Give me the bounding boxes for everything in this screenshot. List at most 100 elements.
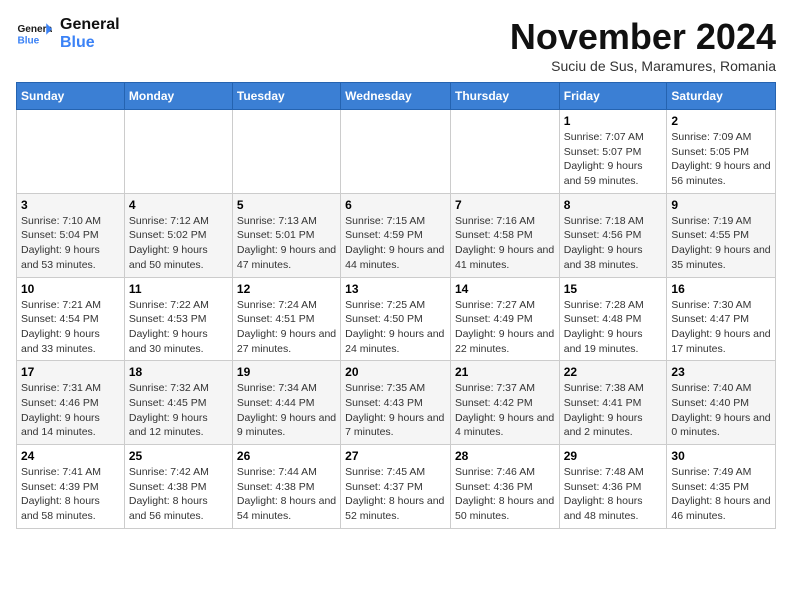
day-info: Sunrise: 7:30 AM Sunset: 4:47 PM Dayligh…	[671, 298, 771, 357]
day-number: 12	[237, 282, 336, 296]
weekday-header-thursday: Thursday	[450, 83, 559, 110]
day-number: 21	[455, 365, 555, 379]
month-title: November 2024	[510, 16, 776, 58]
day-info: Sunrise: 7:40 AM Sunset: 4:40 PM Dayligh…	[671, 381, 771, 440]
day-number: 22	[564, 365, 663, 379]
calendar-cell: 7 Sunrise: 7:16 AM Sunset: 4:58 PM Daylig…	[450, 193, 559, 277]
calendar-cell: 13 Sunrise: 7:25 AM Sunset: 4:50 PM Dayli…	[341, 277, 451, 361]
calendar-cell: 20 Sunrise: 7:35 AM Sunset: 4:43 PM Dayli…	[341, 361, 451, 445]
day-number: 9	[671, 198, 771, 212]
calendar-cell: 28 Sunrise: 7:46 AM Sunset: 4:36 PM Dayli…	[450, 445, 559, 529]
day-info: Sunrise: 7:48 AM Sunset: 4:36 PM Dayligh…	[564, 465, 663, 524]
weekday-header-sunday: Sunday	[17, 83, 125, 110]
day-number: 27	[345, 449, 446, 463]
day-number: 24	[21, 449, 120, 463]
location-subtitle: Suciu de Sus, Maramures, Romania	[510, 58, 776, 74]
day-info: Sunrise: 7:16 AM Sunset: 4:58 PM Dayligh…	[455, 214, 555, 273]
calendar-table: SundayMondayTuesdayWednesdayThursdayFrid…	[16, 82, 776, 529]
day-info: Sunrise: 7:15 AM Sunset: 4:59 PM Dayligh…	[345, 214, 446, 273]
day-number: 1	[564, 114, 663, 128]
calendar-cell: 19 Sunrise: 7:34 AM Sunset: 4:44 PM Dayli…	[232, 361, 340, 445]
day-number: 10	[21, 282, 120, 296]
day-number: 20	[345, 365, 446, 379]
day-info: Sunrise: 7:44 AM Sunset: 4:38 PM Dayligh…	[237, 465, 336, 524]
day-number: 23	[671, 365, 771, 379]
day-number: 30	[671, 449, 771, 463]
day-info: Sunrise: 7:31 AM Sunset: 4:46 PM Dayligh…	[21, 381, 120, 440]
logo-general: General	[60, 16, 120, 34]
calendar-cell: 27 Sunrise: 7:45 AM Sunset: 4:37 PM Dayli…	[341, 445, 451, 529]
day-info: Sunrise: 7:46 AM Sunset: 4:36 PM Dayligh…	[455, 465, 555, 524]
calendar-cell: 29Sunrise: 7:48 AM Sunset: 4:36 PM Dayli…	[559, 445, 667, 529]
day-number: 14	[455, 282, 555, 296]
calendar-cell	[232, 110, 340, 194]
calendar-cell: 8 Sunrise: 7:18 AM Sunset: 4:56 PM Daylig…	[559, 193, 667, 277]
weekday-header-friday: Friday	[559, 83, 667, 110]
calendar-cell	[450, 110, 559, 194]
page-header: General Blue General Blue November 2024 …	[16, 16, 776, 74]
calendar-cell: 26Sunrise: 7:44 AM Sunset: 4:38 PM Dayli…	[232, 445, 340, 529]
calendar-cell: 10Sunrise: 7:21 AM Sunset: 4:54 PM Dayli…	[17, 277, 125, 361]
day-number: 15	[564, 282, 663, 296]
svg-text:Blue: Blue	[17, 35, 39, 46]
weekday-header-wednesday: Wednesday	[341, 83, 451, 110]
day-info: Sunrise: 7:34 AM Sunset: 4:44 PM Dayligh…	[237, 381, 336, 440]
logo: General Blue General Blue	[16, 16, 120, 52]
calendar-cell: 21 Sunrise: 7:37 AM Sunset: 4:42 PM Dayli…	[450, 361, 559, 445]
day-info: Sunrise: 7:28 AM Sunset: 4:48 PM Dayligh…	[564, 298, 663, 357]
day-number: 2	[671, 114, 771, 128]
day-number: 18	[129, 365, 228, 379]
calendar-cell: 24 Sunrise: 7:41 AM Sunset: 4:39 PM Dayli…	[17, 445, 125, 529]
day-info: Sunrise: 7:32 AM Sunset: 4:45 PM Dayligh…	[129, 381, 228, 440]
day-number: 8	[564, 198, 663, 212]
calendar-cell: 9 Sunrise: 7:19 AM Sunset: 4:55 PM Daylig…	[667, 193, 776, 277]
day-info: Sunrise: 7:45 AM Sunset: 4:37 PM Dayligh…	[345, 465, 446, 524]
calendar-cell: 1Sunrise: 7:07 AM Sunset: 5:07 PM Daylig…	[559, 110, 667, 194]
calendar-cell: 30 Sunrise: 7:49 AM Sunset: 4:35 PM Dayli…	[667, 445, 776, 529]
weekday-header-tuesday: Tuesday	[232, 83, 340, 110]
logo-icon: General Blue	[16, 16, 52, 52]
day-number: 5	[237, 198, 336, 212]
day-info: Sunrise: 7:38 AM Sunset: 4:41 PM Dayligh…	[564, 381, 663, 440]
title-block: November 2024 Suciu de Sus, Maramures, R…	[510, 16, 776, 74]
day-info: Sunrise: 7:25 AM Sunset: 4:50 PM Dayligh…	[345, 298, 446, 357]
day-info: Sunrise: 7:37 AM Sunset: 4:42 PM Dayligh…	[455, 381, 555, 440]
day-info: Sunrise: 7:13 AM Sunset: 5:01 PM Dayligh…	[237, 214, 336, 273]
day-number: 7	[455, 198, 555, 212]
calendar-cell: 14 Sunrise: 7:27 AM Sunset: 4:49 PM Dayli…	[450, 277, 559, 361]
day-info: Sunrise: 7:10 AM Sunset: 5:04 PM Dayligh…	[21, 214, 120, 273]
calendar-cell: 25 Sunrise: 7:42 AM Sunset: 4:38 PM Dayli…	[124, 445, 232, 529]
day-info: Sunrise: 7:18 AM Sunset: 4:56 PM Dayligh…	[564, 214, 663, 273]
day-number: 11	[129, 282, 228, 296]
day-number: 17	[21, 365, 120, 379]
day-info: Sunrise: 7:41 AM Sunset: 4:39 PM Dayligh…	[21, 465, 120, 524]
calendar-cell: 23 Sunrise: 7:40 AM Sunset: 4:40 PM Dayli…	[667, 361, 776, 445]
calendar-cell: 15 Sunrise: 7:28 AM Sunset: 4:48 PM Dayli…	[559, 277, 667, 361]
weekday-header-saturday: Saturday	[667, 83, 776, 110]
day-number: 16	[671, 282, 771, 296]
day-number: 28	[455, 449, 555, 463]
calendar-cell: 5 Sunrise: 7:13 AM Sunset: 5:01 PM Daylig…	[232, 193, 340, 277]
day-info: Sunrise: 7:27 AM Sunset: 4:49 PM Dayligh…	[455, 298, 555, 357]
day-number: 6	[345, 198, 446, 212]
day-info: Sunrise: 7:35 AM Sunset: 4:43 PM Dayligh…	[345, 381, 446, 440]
calendar-cell: 4Sunrise: 7:12 AM Sunset: 5:02 PM Daylig…	[124, 193, 232, 277]
calendar-cell: 6 Sunrise: 7:15 AM Sunset: 4:59 PM Daylig…	[341, 193, 451, 277]
day-number: 13	[345, 282, 446, 296]
calendar-cell	[341, 110, 451, 194]
calendar-cell: 18 Sunrise: 7:32 AM Sunset: 4:45 PM Dayli…	[124, 361, 232, 445]
day-info: Sunrise: 7:49 AM Sunset: 4:35 PM Dayligh…	[671, 465, 771, 524]
day-number: 19	[237, 365, 336, 379]
calendar-cell: 2 Sunrise: 7:09 AM Sunset: 5:05 PM Daylig…	[667, 110, 776, 194]
logo-blue: Blue	[60, 34, 120, 52]
calendar-cell: 3Sunrise: 7:10 AM Sunset: 5:04 PM Daylig…	[17, 193, 125, 277]
day-info: Sunrise: 7:09 AM Sunset: 5:05 PM Dayligh…	[671, 130, 771, 189]
weekday-header-monday: Monday	[124, 83, 232, 110]
day-info: Sunrise: 7:42 AM Sunset: 4:38 PM Dayligh…	[129, 465, 228, 524]
day-info: Sunrise: 7:19 AM Sunset: 4:55 PM Dayligh…	[671, 214, 771, 273]
calendar-cell: 11Sunrise: 7:22 AM Sunset: 4:53 PM Dayli…	[124, 277, 232, 361]
day-number: 25	[129, 449, 228, 463]
calendar-cell	[17, 110, 125, 194]
calendar-cell	[124, 110, 232, 194]
calendar-cell: 12Sunrise: 7:24 AM Sunset: 4:51 PM Dayli…	[232, 277, 340, 361]
